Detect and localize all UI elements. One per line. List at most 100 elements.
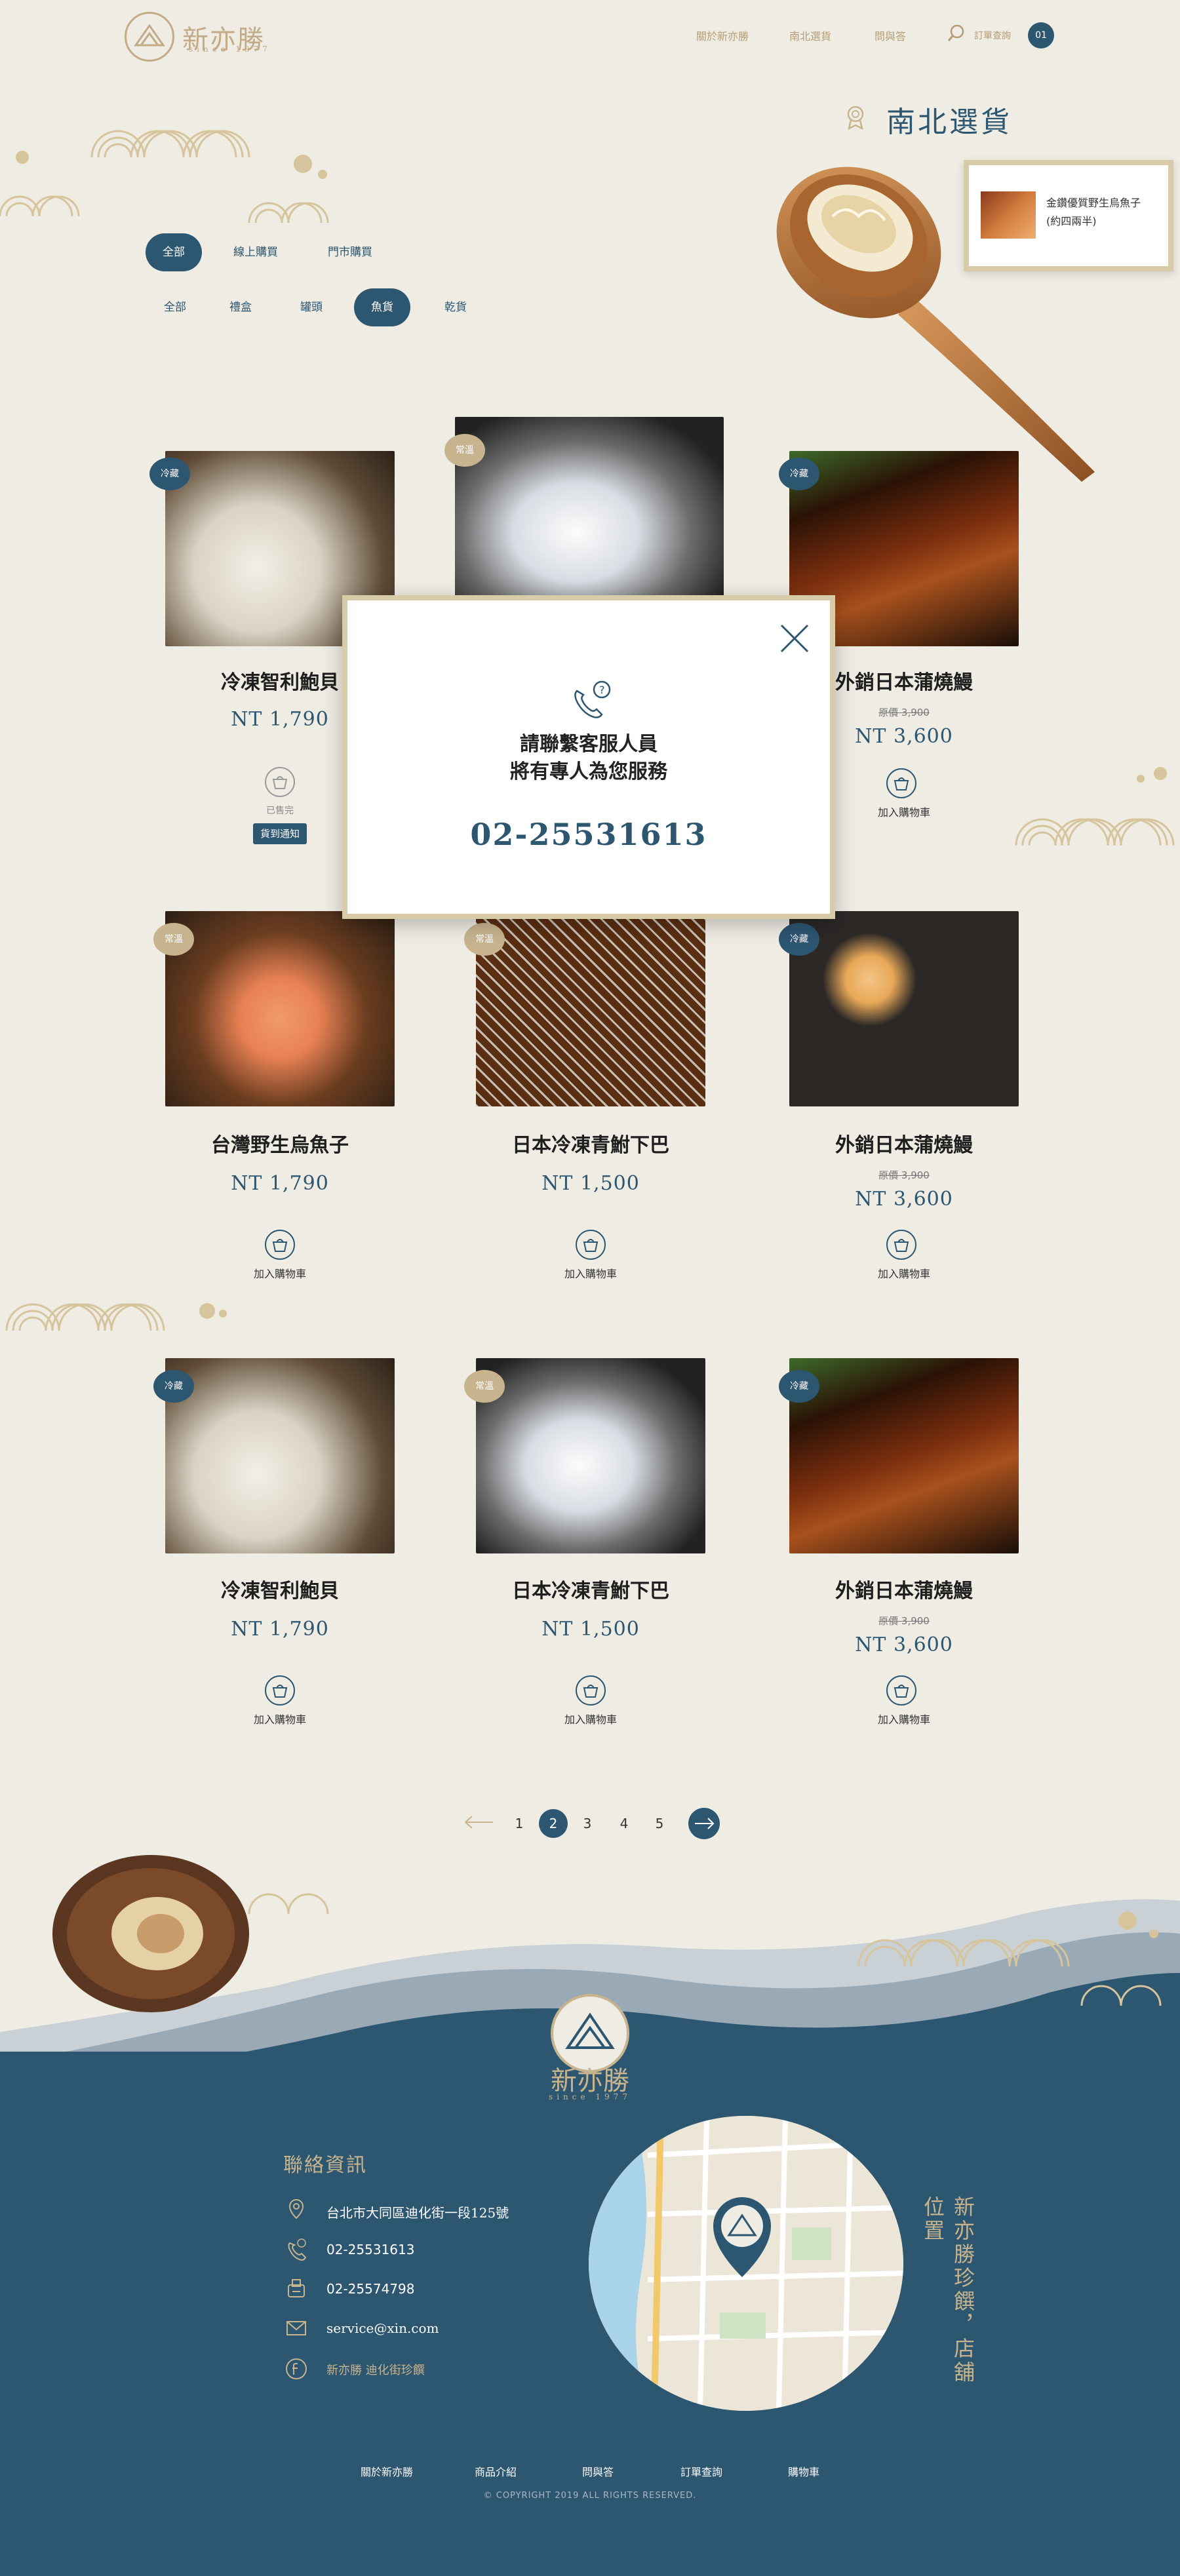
page-3[interactable]: 3 bbox=[573, 1809, 602, 1838]
nav-faq[interactable]: 問與答 bbox=[875, 28, 906, 43]
add-to-cart-icon[interactable] bbox=[886, 1675, 916, 1706]
footer-brand-since: since 1977 bbox=[549, 2092, 631, 2101]
product-price: NT 3,600 bbox=[855, 1188, 953, 1211]
storage-tag: 常溫 bbox=[153, 923, 194, 956]
storage-tag: 冷藏 bbox=[149, 458, 190, 490]
footer-nav-faq[interactable]: 問與答 bbox=[582, 2463, 614, 2479]
storage-tag: 冷藏 bbox=[779, 923, 819, 956]
add-to-cart-label[interactable]: 加入購物車 bbox=[142, 1711, 418, 1727]
add-to-cart-label[interactable]: 加入購物車 bbox=[766, 1265, 1042, 1281]
product-price: NT 1,500 bbox=[541, 1618, 640, 1641]
filter-category-seafood[interactable]: 魚貨 bbox=[354, 288, 410, 326]
next-page-button[interactable] bbox=[688, 1808, 720, 1839]
product-image[interactable] bbox=[165, 1358, 395, 1553]
recently-viewed-card[interactable]: 金鑽優質野生烏魚子 (約四兩半) bbox=[964, 160, 1173, 271]
product-name[interactable]: 台灣野生烏魚子 bbox=[142, 1129, 418, 1158]
product-price: NT 1,790 bbox=[231, 1172, 329, 1195]
product-name[interactable]: 日本冷凍青鮒下巴 bbox=[453, 1574, 728, 1603]
filter-channel-online[interactable]: 線上購買 bbox=[223, 233, 288, 271]
cart-disabled-icon bbox=[265, 767, 295, 797]
product-name[interactable]: 外銷日本蒲燒鰻 bbox=[766, 1129, 1042, 1158]
modal-message-line1: 請聯繫客服人員 bbox=[520, 733, 658, 756]
shiitake-mushroom-image bbox=[52, 1855, 249, 2012]
add-to-cart-label[interactable]: 加入購物車 bbox=[453, 1711, 728, 1727]
page-4[interactable]: 4 bbox=[610, 1809, 639, 1838]
storage-tag: 常溫 bbox=[464, 923, 505, 956]
add-to-cart-icon[interactable] bbox=[576, 1230, 606, 1260]
search-order-icon[interactable] bbox=[947, 24, 966, 43]
product-price: NT 3,600 bbox=[855, 1633, 953, 1656]
add-to-cart-label[interactable]: 加入購物車 bbox=[142, 1265, 418, 1281]
page-title: 南北選貨 bbox=[886, 106, 1012, 139]
add-to-cart-icon[interactable] bbox=[265, 1675, 295, 1706]
product-image[interactable] bbox=[165, 911, 395, 1106]
award-icon bbox=[847, 106, 864, 130]
product-name[interactable]: 外銷日本蒲燒鰻 bbox=[766, 1574, 1042, 1603]
close-icon[interactable] bbox=[776, 620, 813, 657]
footer-nav-about[interactable]: 關於新亦勝 bbox=[361, 2463, 413, 2479]
storage-tag: 冷藏 bbox=[779, 1370, 819, 1403]
copyright: © COPYRIGHT 2019 ALL RIGHTS RESERVED. bbox=[483, 2491, 697, 2501]
brand-since: since 1977 bbox=[189, 45, 271, 54]
filter-channel-store[interactable]: 門市購買 bbox=[317, 233, 383, 271]
recently-viewed-label: 金鑽優質野生烏魚子 (約四兩半) bbox=[1046, 197, 1141, 227]
brand-logo-icon[interactable] bbox=[125, 12, 174, 62]
storage-tag: 常溫 bbox=[444, 434, 485, 467]
nav-about[interactable]: 關於新亦勝 bbox=[696, 28, 749, 43]
filter-category-canned[interactable]: 罐頭 bbox=[288, 288, 334, 326]
footer-address: 台北市大同區迪化街一段125號 bbox=[326, 2205, 509, 2221]
nav-order-query[interactable]: 訂單查詢 bbox=[974, 29, 1011, 42]
product-image[interactable] bbox=[789, 1358, 1019, 1553]
original-price: 原價 3,900 bbox=[878, 1615, 930, 1627]
map-pin-icon bbox=[713, 2197, 771, 2277]
product-thumbnail bbox=[981, 191, 1036, 239]
footer-facebook-link[interactable]: 新亦勝 迪化街珍饌 bbox=[326, 2361, 425, 2378]
product-price: NT 1,790 bbox=[231, 1618, 329, 1641]
filter-channel-all[interactable]: 全部 bbox=[146, 233, 202, 271]
footer-nav-cart[interactable]: 購物車 bbox=[788, 2463, 819, 2479]
email-icon bbox=[286, 2321, 306, 2335]
footer-nav-products[interactable]: 商品介紹 bbox=[475, 2463, 517, 2479]
store-location-map[interactable] bbox=[589, 2116, 903, 2411]
cart-count-badge[interactable]: 01 bbox=[1028, 22, 1054, 49]
add-to-cart-icon[interactable] bbox=[886, 768, 916, 798]
modal-message-line2: 將有專人為您服務 bbox=[510, 760, 667, 783]
contact-info-title: 聯絡資訊 bbox=[283, 2154, 367, 2177]
product-image[interactable] bbox=[476, 911, 705, 1106]
filter-category-all[interactable]: 全部 bbox=[152, 288, 198, 326]
prev-page-arrow-icon[interactable] bbox=[463, 1814, 494, 1830]
phone-question-icon: ? bbox=[574, 680, 611, 718]
contact-service-modal: ? 請聯繫客服人員 將有專人為您服務 02-25531613 bbox=[342, 595, 835, 919]
add-to-cart-icon[interactable] bbox=[265, 1230, 295, 1260]
storage-tag: 冷藏 bbox=[153, 1370, 194, 1403]
fax-icon bbox=[288, 2279, 305, 2297]
original-price: 原價 3,900 bbox=[878, 1169, 930, 1181]
footer-phone[interactable]: 02-25531613 bbox=[326, 2242, 414, 2257]
storage-tag: 冷藏 bbox=[779, 458, 819, 490]
service-phone-number[interactable]: 02-25531613 bbox=[347, 817, 830, 852]
phone-icon bbox=[288, 2238, 307, 2261]
product-name[interactable]: 冷凍智利鮑貝 bbox=[142, 1574, 418, 1603]
footer-email[interactable]: service@xin.com bbox=[326, 2320, 439, 2336]
page-5[interactable]: 5 bbox=[645, 1809, 674, 1838]
product-image[interactable] bbox=[476, 1358, 705, 1553]
add-to-cart-label[interactable]: 加入購物車 bbox=[453, 1265, 728, 1281]
footer-nav-order-query[interactable]: 訂單查詢 bbox=[680, 2463, 722, 2479]
nav-products[interactable]: 南北選貨 bbox=[789, 28, 831, 43]
location-pin-icon bbox=[288, 2198, 304, 2219]
footer-fax: 02-25574798 bbox=[326, 2281, 415, 2297]
restock-notify-button[interactable]: 貨到通知 bbox=[253, 823, 307, 844]
filter-category-dried[interactable]: 乾貨 bbox=[433, 288, 479, 326]
facebook-icon[interactable] bbox=[285, 2357, 308, 2381]
next-arrow-icon bbox=[695, 1818, 715, 1829]
product-name[interactable]: 日本冷凍青鮒下巴 bbox=[453, 1129, 728, 1158]
add-to-cart-icon[interactable] bbox=[576, 1675, 606, 1706]
store-location-heading: 新亦勝珍饌，店舖位置 bbox=[920, 2196, 975, 2385]
product-image[interactable] bbox=[789, 911, 1019, 1106]
filter-category-giftbox[interactable]: 禮盒 bbox=[218, 288, 264, 326]
page-2[interactable]: 2 bbox=[539, 1809, 568, 1838]
add-to-cart-icon[interactable] bbox=[886, 1230, 916, 1260]
storage-tag: 常溫 bbox=[464, 1370, 505, 1403]
page-1[interactable]: 1 bbox=[505, 1809, 534, 1838]
add-to-cart-label[interactable]: 加入購物車 bbox=[766, 1711, 1042, 1727]
